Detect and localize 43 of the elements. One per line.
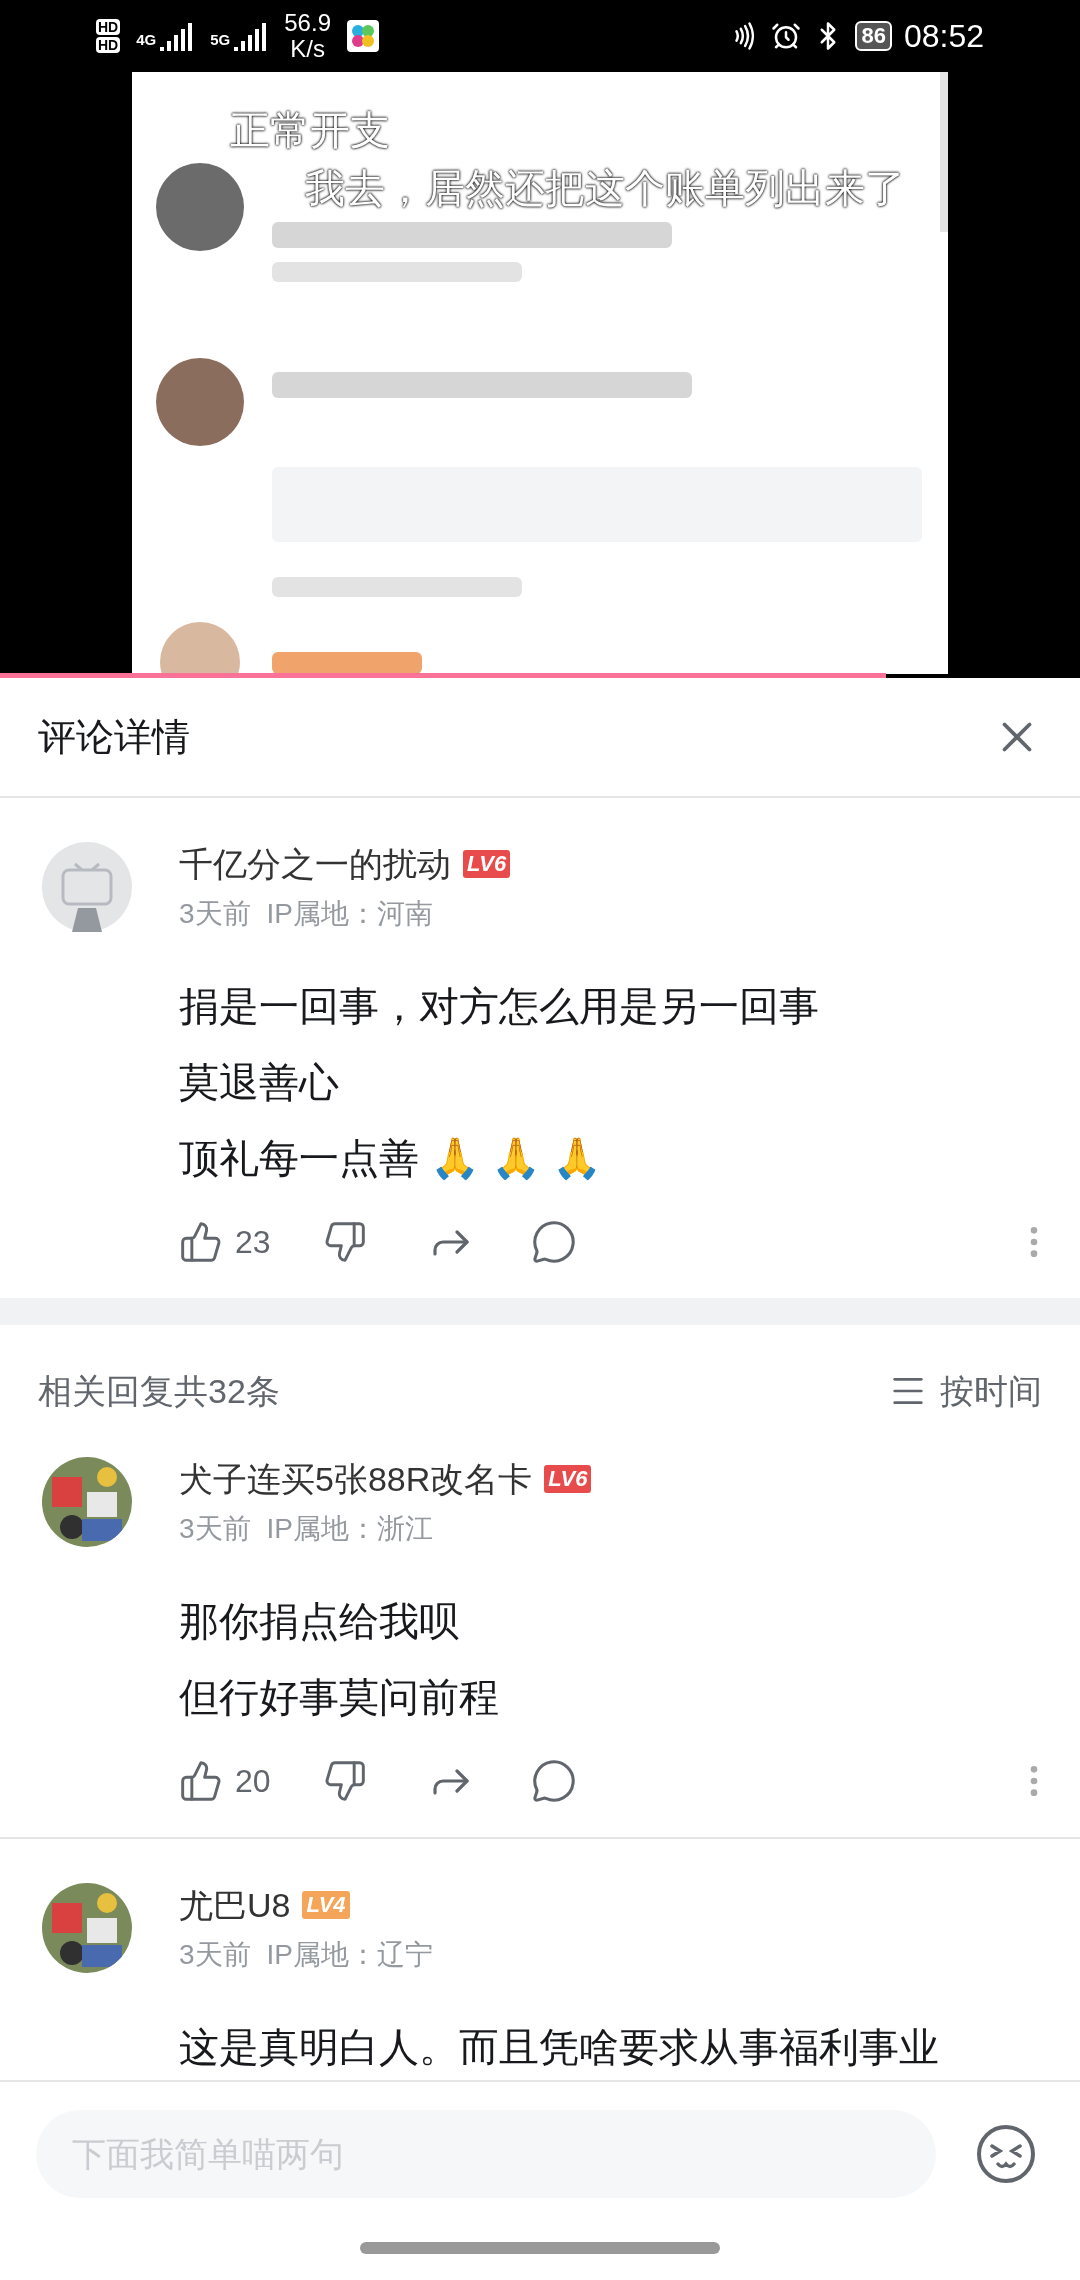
emoji-icon[interactable] [976,2124,1036,2184]
hd-indicator: HD [96,37,121,53]
level-badge: LV4 [302,1891,350,1919]
user-name[interactable]: 千亿分之一的扰动 [179,838,451,890]
user-name[interactable]: 尤巴U8 [179,1879,291,1931]
comment-location: IP属地：河南 [266,897,434,931]
signal-icon [234,21,269,51]
comment-text: 顶礼每一点善 🙏 🙏 🙏 [179,1135,604,1182]
comment-text: 莫退善心 [179,1059,340,1106]
comment-time: 3天前 [179,1512,251,1546]
network-speed: 56.9 [284,10,331,36]
level-badge: LV6 [463,850,511,878]
reply-icon[interactable] [530,1758,577,1804]
comment-location: IP属地：浙江 [266,1512,434,1546]
comment-time: 3天前 [179,1938,251,1972]
hd-indicator: HD [96,19,121,35]
app-icon [347,20,379,52]
signal-icon [160,21,195,51]
comment-text: 捐是一回事，对方怎么用是另一回事 [179,983,820,1030]
clock: 08:52 [903,17,984,56]
comment-text: 那你捐点给我呗 [179,1598,460,1645]
network-type: 4G [136,29,157,50]
avatar-icon [42,842,132,932]
reply-count: 相关回复共32条 [38,1370,280,1412]
comment-time: 3天前 [179,897,251,931]
panel-title: 评论详情 [38,714,190,760]
comment-text: 这是真明白人。而且凭啥要求从事福利事业 [179,2024,940,2071]
level-badge: LV6 [544,1465,592,1493]
comment-location: IP属地：辽宁 [266,1938,434,1972]
danmaku-text: 我去，居然还把这个账单列出来了 [305,165,905,212]
thumbs-up-icon [179,1220,223,1264]
like-button[interactable]: 20 [179,1757,271,1805]
alarm-icon [771,21,802,51]
thumbs-up-icon [179,1759,223,1803]
speed-unit: K/s [290,36,325,62]
user-name[interactable]: 犬子连买5张88R改名卡 [179,1453,533,1505]
like-button[interactable]: 23 [179,1218,271,1266]
sort-button[interactable]: 按时间 [888,1365,1042,1417]
battery-indicator: 86 [855,21,892,51]
network-type: 5G [210,29,231,50]
danmaku-text: 正常开支 [230,107,390,154]
comment-text: 但行好事莫问前程 [179,1674,500,1721]
reply-icon[interactable] [530,1219,577,1265]
